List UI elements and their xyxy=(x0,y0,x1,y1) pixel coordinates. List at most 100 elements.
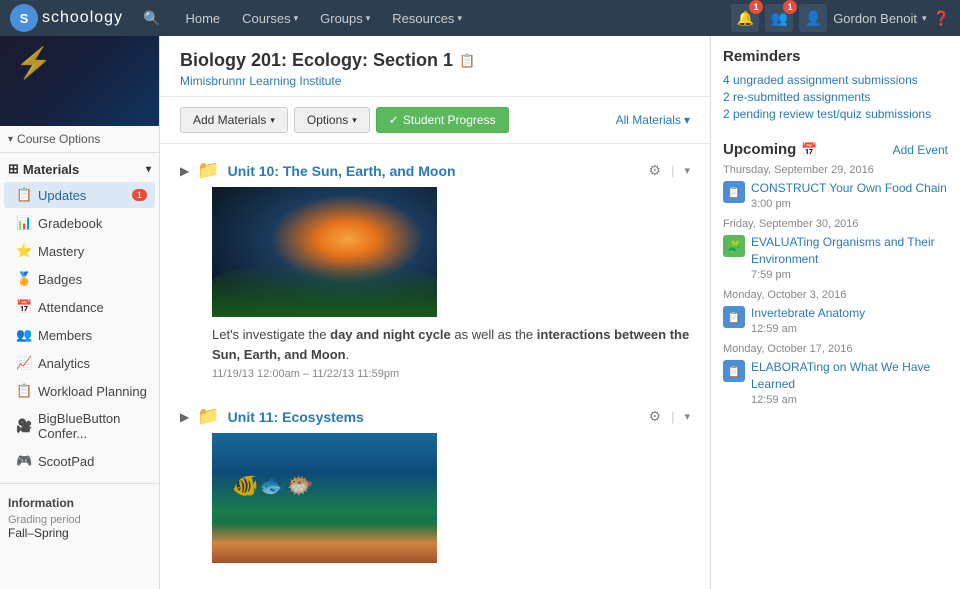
sidebar-info: Information Grading period Fall–Spring xyxy=(0,483,159,552)
alert-item[interactable]: 4 ungraded assignment submissions xyxy=(723,73,948,87)
toolbar: Add Materials ▾ Options ▾ ✓ Student Prog… xyxy=(160,97,710,144)
attendance-icon: 📅 xyxy=(16,299,32,315)
sidebar-item-label: Workload Planning xyxy=(38,384,147,399)
add-materials-arrow: ▾ xyxy=(270,115,275,126)
sidebar-item-badges[interactable]: 🏅 Badges xyxy=(4,266,155,292)
calendar-icon: 📅 xyxy=(801,142,817,158)
updates-icon: 📋 xyxy=(16,187,32,203)
upcoming-title-text: Upcoming xyxy=(723,141,796,158)
unit-title[interactable]: Unit 10: The Sun, Earth, and Moon xyxy=(228,163,641,179)
edit-icon[interactable]: 📋 xyxy=(459,53,475,69)
event-icon: 🧩 xyxy=(723,235,745,257)
unit-header[interactable]: ▶ 📁 Unit 11: Ecosystems ⚙ | ▾ xyxy=(180,400,690,433)
nav-home[interactable]: Home xyxy=(175,7,230,30)
date-separator: Monday, October 3, 2016 xyxy=(723,289,948,301)
sidebar-item-mastery[interactable]: ⭐ Mastery xyxy=(4,238,155,264)
unit-title[interactable]: Unit 11: Ecosystems xyxy=(228,409,641,425)
grading-value: Fall–Spring xyxy=(8,526,151,540)
chevron-down-icon: ▾ xyxy=(366,13,371,24)
unit-header[interactable]: ▶ 📁 Unit 10: The Sun, Earth, and Moon ⚙ … xyxy=(180,154,690,187)
event-title[interactable]: CONSTRUCT Your Own Food Chain xyxy=(751,180,947,197)
unit-gear-icon[interactable]: ⚙ xyxy=(649,162,662,179)
student-progress-button[interactable]: ✓ Student Progress xyxy=(376,107,509,133)
unit-toggle-icon[interactable]: ▶ xyxy=(180,410,189,424)
materials-label: Materials xyxy=(23,162,79,177)
fish-decoration: 🐠🐟🐡 xyxy=(232,473,314,499)
add-materials-button[interactable]: Add Materials ▾ xyxy=(180,107,288,133)
unit-more-icon[interactable]: ▾ xyxy=(684,164,690,177)
search-icon[interactable]: 🔍 xyxy=(143,10,160,27)
unit-content: Let's investigate the day and night cycl… xyxy=(180,187,690,380)
sidebar-item-gradebook[interactable]: 📊 Gradebook xyxy=(4,210,155,236)
alerts-button[interactable]: 🔔 1 xyxy=(731,4,759,32)
page-title-text: Biology 201: Ecology: Section 1 xyxy=(180,50,453,71)
page-layout: ⚡ ▾ Course Options ⊞ Materials ▾ 📋 Updat… xyxy=(0,36,960,589)
right-panel: Reminders 4 ungraded assignment submissi… xyxy=(710,36,960,589)
sidebar-item-attendance[interactable]: 📅 Attendance xyxy=(4,294,155,320)
messages-button[interactable]: 👥 1 xyxy=(765,4,793,32)
units-list: ▶ 📁 Unit 10: The Sun, Earth, and Moon ⚙ … xyxy=(160,144,710,589)
course-options[interactable]: ▾ Course Options xyxy=(0,126,159,153)
event-icon: 📋 xyxy=(723,181,745,203)
sidebar-item-label: Analytics xyxy=(38,356,90,371)
all-materials-filter[interactable]: All Materials ▾ xyxy=(616,113,690,127)
sidebar-item-label: Badges xyxy=(38,272,82,287)
sidebar-item-label: Mastery xyxy=(38,244,84,259)
sidebar: ⚡ ▾ Course Options ⊞ Materials ▾ 📋 Updat… xyxy=(0,36,160,589)
bold-text: day and night cycle xyxy=(330,327,451,342)
unit-gear-icon[interactable]: ⚙ xyxy=(649,408,662,425)
divider: | xyxy=(671,409,674,424)
workload-icon: 📋 xyxy=(16,383,32,399)
event-title[interactable]: Invertebrate Anatomy xyxy=(751,305,865,322)
unit-toggle-icon[interactable]: ▶ xyxy=(180,164,189,178)
profile-icon-button[interactable]: 👤 xyxy=(799,4,827,32)
sidebar-item-bigbluebutton[interactable]: 🎥 BigBlueButton Confer... xyxy=(4,406,155,446)
user-dropdown-arrow: ▾ xyxy=(922,13,927,24)
nav-courses[interactable]: Courses ▾ xyxy=(232,7,308,30)
event-title[interactable]: EVALUATing Organisms and Their Environme… xyxy=(751,234,948,268)
user-menu[interactable]: Gordon Benoit ▾ xyxy=(833,11,926,26)
sidebar-item-workload-planning[interactable]: 📋 Workload Planning xyxy=(4,378,155,404)
sidebar-item-scootpad[interactable]: 🎮 ScootPad xyxy=(4,448,155,474)
unit-item: ▶ 📁 Unit 11: Ecosystems ⚙ | ▾ 🐠🐟🐡 xyxy=(180,400,690,563)
help-button[interactable]: ❓ xyxy=(933,10,950,27)
upcoming-title: Upcoming 📅 xyxy=(723,141,818,158)
reminders-section: Reminders 4 ungraded assignment submissi… xyxy=(723,48,948,121)
content-header: Biology 201: Ecology: Section 1 📋 Mimisb… xyxy=(160,36,710,97)
mastery-icon: ⭐ xyxy=(16,243,32,259)
logo-name: schoology xyxy=(42,9,123,27)
unit-more-icon[interactable]: ▾ xyxy=(684,410,690,423)
folder-icon: 📁 xyxy=(197,406,219,427)
unit-image xyxy=(212,187,437,317)
chevron-down-icon: ▾ xyxy=(457,13,462,24)
checkmark-icon: ✓ xyxy=(389,113,399,127)
grading-label: Grading period xyxy=(8,514,151,526)
event-time: 12:59 am xyxy=(751,393,948,408)
coral-decoration xyxy=(212,523,437,563)
alert-item[interactable]: 2 pending review test/quiz submissions xyxy=(723,107,948,121)
logo[interactable]: S schoology xyxy=(10,4,123,32)
event-details: EVALUATing Organisms and Their Environme… xyxy=(751,234,948,283)
unit-dates: 11/19/13 12:00am – 11/22/13 11:59pm xyxy=(212,368,690,380)
event-details: Invertebrate Anatomy 12:59 am xyxy=(751,305,865,337)
course-header-image: ⚡ xyxy=(0,36,159,126)
add-event-link[interactable]: Add Event xyxy=(893,143,948,157)
sidebar-item-updates[interactable]: 📋 Updates 1 xyxy=(4,182,155,208)
sidebar-item-analytics[interactable]: 📈 Analytics xyxy=(4,350,155,376)
sidebar-item-members[interactable]: 👥 Members xyxy=(4,322,155,348)
options-button[interactable]: Options ▾ xyxy=(294,107,370,133)
bold-text: interactions between the Sun, Earth, and… xyxy=(212,327,689,362)
event-title[interactable]: ELABORATing on What We Have Learned xyxy=(751,359,948,393)
sidebar-item-label: Members xyxy=(38,328,92,343)
nav-groups[interactable]: Groups ▾ xyxy=(310,7,380,30)
info-title: Information xyxy=(8,496,151,510)
scootpad-icon: 🎮 xyxy=(16,453,32,469)
institute-link[interactable]: Mimisbrunnr Learning Institute xyxy=(180,74,341,88)
updates-badge: 1 xyxy=(132,189,147,201)
add-materials-label: Add Materials xyxy=(193,113,266,127)
event-icon: 📋 xyxy=(723,360,745,382)
event-icon-letter: 📋 xyxy=(727,186,741,199)
nav-resources[interactable]: Resources ▾ xyxy=(382,7,472,30)
alert-item[interactable]: 2 re-submitted assignments xyxy=(723,90,948,104)
event-icon-letter: 📋 xyxy=(727,365,741,378)
